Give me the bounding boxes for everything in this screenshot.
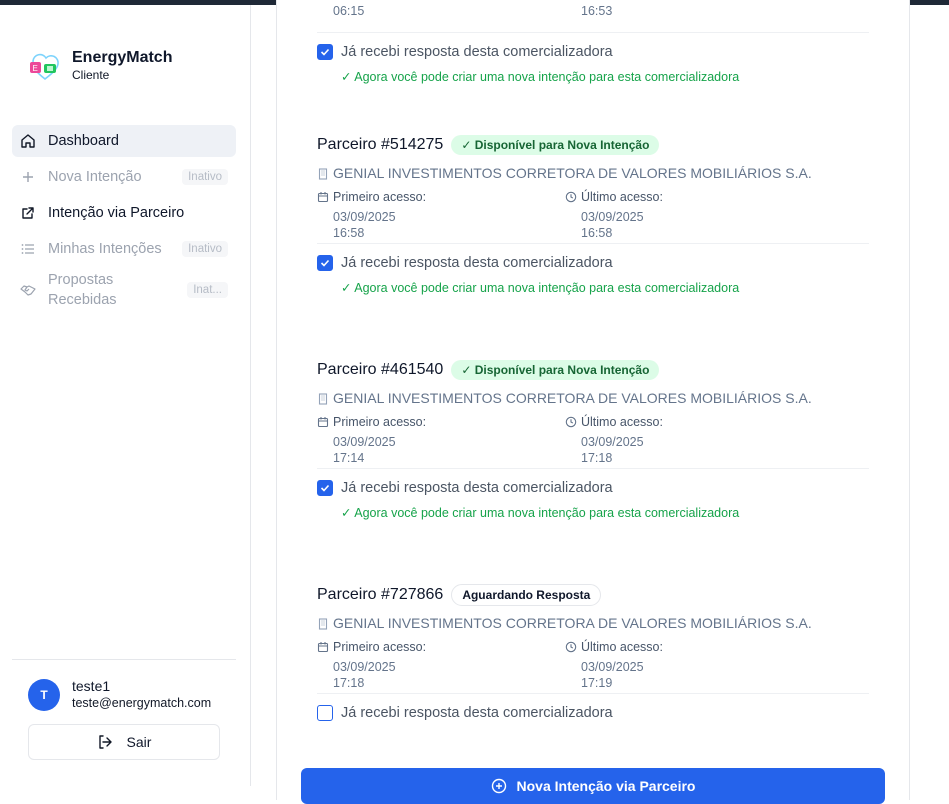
status-badge: ✓ Disponível para Nova Intenção — [451, 135, 660, 155]
last-access-time: 17:18 — [581, 451, 613, 465]
user-name: teste1 — [72, 678, 111, 694]
partner-entry: Parceiro #461540 ✓ Disponível para Nova … — [317, 358, 869, 521]
last-access-time: 16:58 — [581, 226, 613, 240]
inactive-badge: Inativo — [182, 169, 228, 185]
last-access-label: Último acesso: — [581, 190, 663, 204]
sidebar-item-label: Propostas Recebidas — [48, 272, 117, 308]
brand[interactable]: E EnergyMatch Cliente — [27, 47, 172, 83]
user-profile: T teste1 teste@energymatch.com — [28, 677, 211, 712]
new-intention-note: ✓ Agora você pode criar uma nova intençã… — [341, 506, 740, 520]
handshake-icon — [20, 282, 36, 298]
cta-label: Nova Intenção via Parceiro — [516, 778, 696, 794]
calendar-icon — [317, 416, 329, 428]
calendar-icon — [317, 191, 329, 203]
response-checkbox-row[interactable]: Já recebi resposta desta comercializador… — [317, 254, 869, 272]
response-checkbox[interactable] — [317, 255, 333, 271]
sidebar-nav: Dashboard Nova Intenção Inativo Intenção… — [12, 125, 236, 315]
last-access-date: 03/09/2025 — [581, 660, 644, 674]
clock-icon — [565, 416, 577, 428]
clock-icon — [565, 641, 577, 653]
svg-text:E: E — [33, 64, 38, 73]
logout-label: Sair — [126, 734, 152, 750]
first-access-time: 17:18 — [333, 676, 365, 690]
new-intention-note: ✓ Agora você pode criar uma nova intençã… — [341, 281, 740, 295]
building-icon — [317, 392, 329, 405]
app-role: Cliente — [72, 67, 110, 82]
new-intention-note: ✓ Agora você pode criar uma nova intençã… — [341, 70, 740, 84]
external-link-icon — [20, 205, 36, 221]
response-checkbox-label: Já recebi resposta desta comercializador… — [341, 705, 613, 721]
company-name: GENIAL INVESTIMENTOS CORRETORA DE VALORE… — [333, 390, 812, 406]
sidebar-item-label: Nova Intenção — [48, 169, 142, 185]
first-access-label: Primeiro acesso: — [333, 415, 427, 429]
first-access-label: Primeiro acesso: — [333, 190, 427, 204]
sidebar-item-label: Minhas Intenções — [48, 241, 162, 257]
divider — [12, 659, 236, 660]
response-checkbox-row[interactable]: Já recebi resposta desta comercializador… — [317, 479, 869, 497]
status-badge: ✓ Disponível para Nova Intenção — [451, 360, 660, 380]
list-icon — [20, 241, 36, 257]
energymatch-logo-icon: E — [27, 47, 63, 83]
response-checkbox-row[interactable]: Já recebi resposta desta comercializador… — [317, 43, 869, 61]
response-checkbox-label: Já recebi resposta desta comercializador… — [341, 480, 613, 496]
calendar-icon — [317, 641, 329, 653]
partner-title: Parceiro #461540 — [317, 361, 444, 378]
avatar: T — [28, 678, 60, 711]
first-access-date: 03/09/2025 — [333, 660, 396, 674]
plus-icon — [20, 169, 36, 185]
divider — [317, 32, 869, 33]
response-checkbox-row[interactable]: Já recebi resposta desta comercializador… — [317, 704, 869, 722]
response-checkbox[interactable] — [317, 480, 333, 496]
partner-title: Parceiro #514275 — [317, 136, 444, 153]
sidebar-item-label: Dashboard — [48, 133, 119, 149]
response-checkbox-label: Já recebi resposta desta comercializador… — [341, 44, 613, 60]
response-checkbox-label: Já recebi resposta desta comercializador… — [341, 255, 613, 271]
sidebar-item-dashboard[interactable]: Dashboard — [12, 125, 236, 157]
building-icon — [317, 167, 329, 180]
partner-entry: Parceiro #514275 ✓ Disponível para Nova … — [317, 133, 869, 296]
sidebar-item-label: Intenção via Parceiro — [48, 205, 185, 221]
user-email: teste@energymatch.com — [72, 696, 212, 710]
first-access-label: Primeiro acesso: — [333, 640, 427, 654]
new-intention-via-partner-button[interactable]: Nova Intenção via Parceiro — [301, 768, 885, 804]
sidebar-item-nova-intencao[interactable]: Nova Intenção Inativo — [12, 161, 236, 193]
logout-icon — [97, 734, 113, 750]
last-access-date: 03/09/2025 — [581, 210, 644, 224]
status-badge: Aguardando Resposta — [451, 584, 602, 606]
sidebar-item-minhas-intencoes[interactable]: Minhas Intenções Inativo — [12, 233, 236, 265]
partner-entry: Parceiro #727866 Aguardando Resposta GEN… — [317, 583, 869, 722]
sidebar-item-propostas-recebidas[interactable]: Propostas Recebidas Inat... — [12, 269, 236, 311]
app-name: EnergyMatch — [72, 48, 173, 66]
building-icon — [317, 617, 329, 630]
response-checkbox[interactable] — [317, 705, 333, 721]
home-icon — [20, 133, 36, 149]
partner-entry-partial: 06:15 16:53 Já recebi resposta desta com… — [317, 4, 869, 85]
last-access-label: Último acesso: — [581, 415, 663, 429]
first-access-time: 16:58 — [333, 226, 365, 240]
plus-circle-icon — [491, 778, 507, 794]
last-access-date: 03/09/2025 — [581, 435, 644, 449]
company-name: GENIAL INVESTIMENTOS CORRETORA DE VALORE… — [333, 615, 812, 631]
sidebar: E EnergyMatch Cliente Dashboard Nova Int… — [0, 5, 251, 786]
last-access-label: Último acesso: — [581, 640, 663, 654]
first-access-date: 03/09/2025 — [333, 210, 396, 224]
inactive-badge: Inat... — [187, 282, 228, 298]
last-access-time: 16:53 — [581, 4, 613, 18]
inactive-badge: Inativo — [182, 241, 228, 257]
partner-title: Parceiro #727866 — [317, 586, 444, 603]
company-name: GENIAL INVESTIMENTOS CORRETORA DE VALORE… — [333, 165, 812, 181]
clock-icon — [565, 191, 577, 203]
response-checkbox[interactable] — [317, 44, 333, 60]
last-access-time: 17:19 — [581, 676, 613, 690]
first-access-date: 03/09/2025 — [333, 435, 396, 449]
first-access-time: 06:15 — [333, 4, 365, 18]
sidebar-item-intencao-via-parceiro[interactable]: Intenção via Parceiro — [12, 197, 236, 229]
logout-button[interactable]: Sair — [28, 724, 220, 760]
first-access-time: 17:14 — [333, 451, 365, 465]
